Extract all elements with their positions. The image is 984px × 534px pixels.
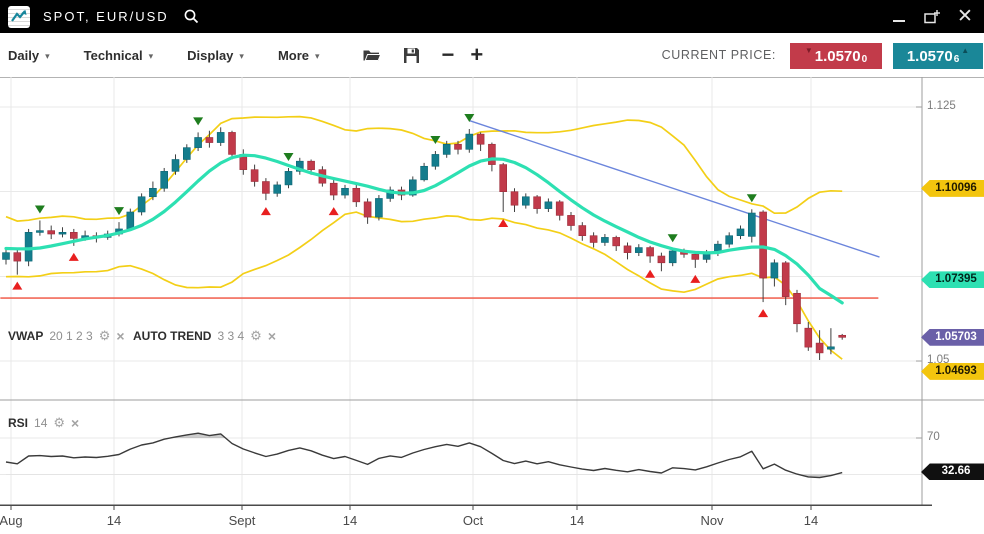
technical-menu[interactable]: Technical ▾ [84, 48, 154, 63]
chart-application-window: SPOT, EUR/USD ✕ Daily ▾ Tec [0, 0, 984, 534]
bid-price-badge[interactable]: ▼ 1.0570 0 [790, 43, 882, 69]
ask-price-pip: 6 [954, 54, 960, 65]
chevron-down-icon: ▾ [239, 49, 244, 62]
open-folder-icon[interactable] [362, 47, 381, 63]
bid-price-value: 1.0570 [815, 48, 861, 65]
vwap-indicator-legend: VWAP 20 1 2 3 ⚙ × [8, 329, 125, 343]
arrow-down-icon: ▼ [805, 46, 813, 55]
bid-price-pip: 0 [862, 54, 868, 65]
window-title: SPOT, EUR/USD [43, 9, 169, 24]
chevron-down-icon: ▾ [315, 49, 320, 62]
price-chart [0, 77, 984, 534]
vwap-label: VWAP [8, 329, 43, 343]
zoom-in-button[interactable]: + [470, 45, 483, 65]
popout-button[interactable] [923, 8, 941, 26]
autotrend-remove-icon[interactable]: × [268, 330, 276, 342]
minimize-button[interactable] [890, 8, 908, 26]
rsi-indicator-legend: RSI 14 ⚙ × [8, 416, 79, 430]
autotrend-params: 3 3 4 [217, 329, 244, 343]
chart-canvas[interactable] [0, 77, 984, 534]
save-icon[interactable] [403, 47, 420, 64]
autotrend-settings-gear-icon[interactable]: ⚙ [250, 330, 262, 342]
close-button[interactable]: ✕ [956, 8, 974, 26]
window-controls: ✕ [890, 0, 974, 33]
autotrend-label: AUTO TREND [133, 329, 211, 343]
app-logo-icon [8, 6, 30, 28]
chevron-down-icon: ▾ [149, 49, 154, 62]
current-price-label: CURRENT PRICE: [662, 33, 776, 77]
more-menu[interactable]: More ▾ [278, 48, 320, 63]
vwap-remove-icon[interactable]: × [116, 330, 124, 342]
title-bar: SPOT, EUR/USD ✕ [0, 0, 984, 33]
rsi-remove-icon[interactable]: × [71, 417, 79, 429]
ask-price-badge[interactable]: 1.0570 6 ▲ [893, 43, 983, 69]
search-icon[interactable] [183, 8, 200, 25]
arrow-up-icon: ▲ [961, 46, 969, 55]
rsi-params: 14 [34, 416, 47, 430]
vwap-settings-gear-icon[interactable]: ⚙ [99, 330, 111, 342]
vwap-params: 20 1 2 3 [49, 329, 92, 343]
timeframe-menu[interactable]: Daily ▾ [8, 48, 50, 63]
rsi-label: RSI [8, 416, 28, 430]
autotrend-indicator-legend: AUTO TREND 3 3 4 ⚙ × [133, 329, 276, 343]
display-menu[interactable]: Display ▾ [187, 48, 244, 63]
chevron-down-icon: ▾ [45, 49, 50, 62]
toolbar: Daily ▾ Technical ▾ Display ▾ More ▾ [0, 33, 984, 78]
ask-price-value: 1.0570 [907, 48, 953, 65]
zoom-out-button[interactable]: − [442, 45, 455, 65]
rsi-settings-gear-icon[interactable]: ⚙ [53, 417, 65, 429]
